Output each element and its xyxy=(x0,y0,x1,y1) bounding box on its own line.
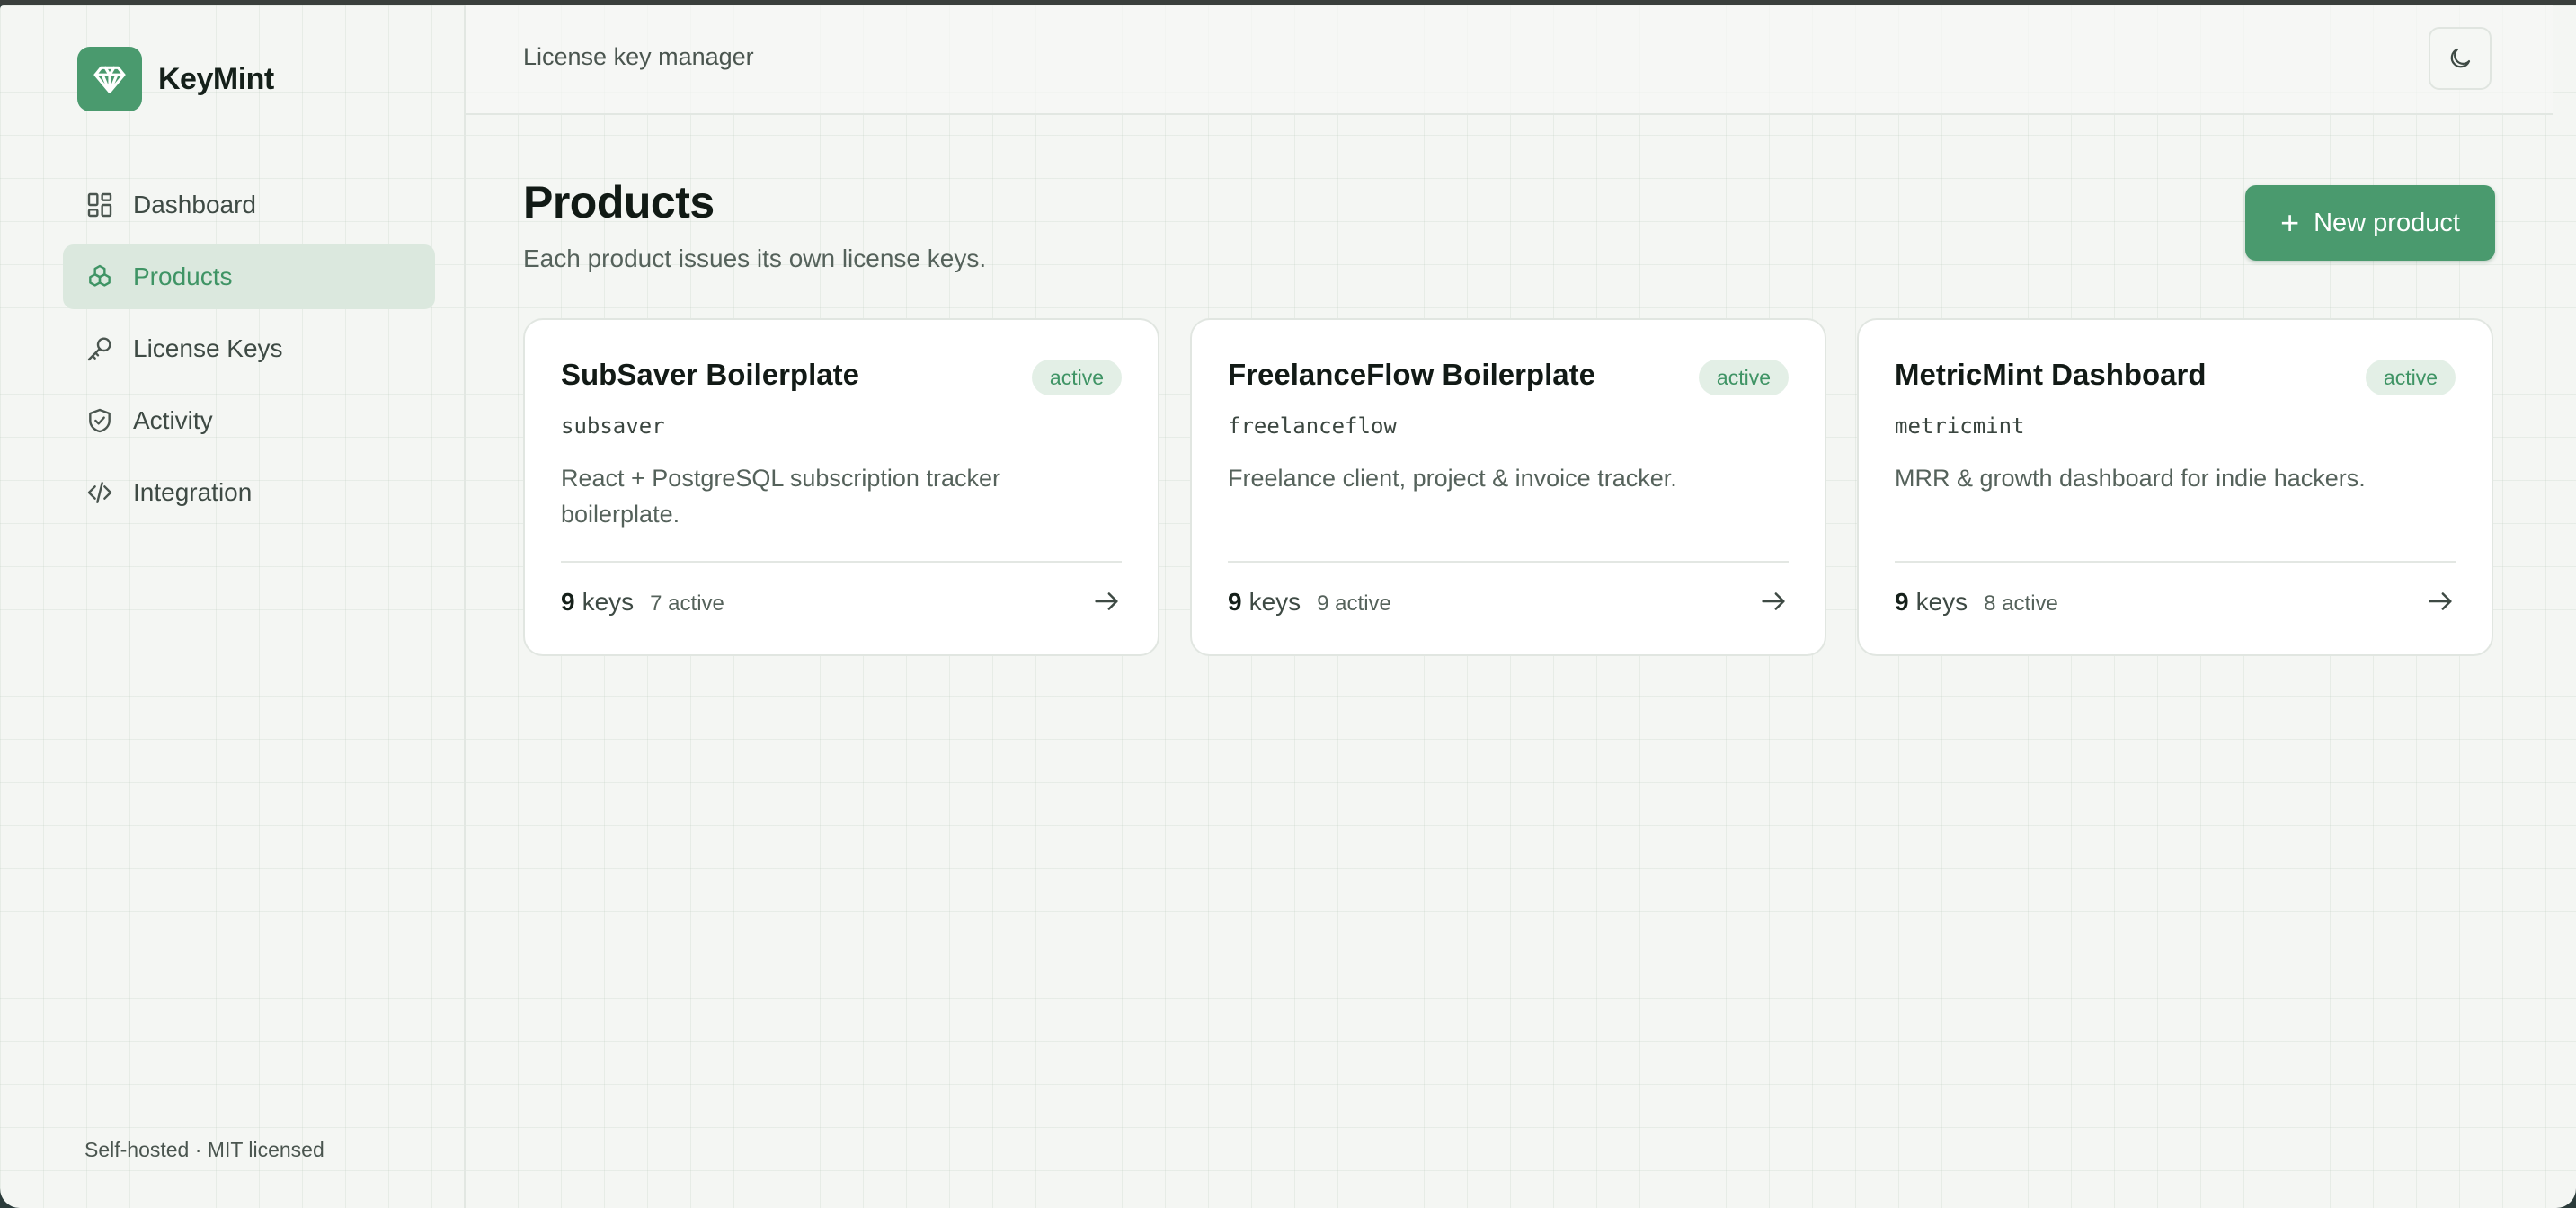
sidebar-item-label: License Keys xyxy=(133,334,283,362)
product-slug: freelanceflow xyxy=(1228,413,1397,439)
sidebar-item-dashboard[interactable]: Dashboard xyxy=(63,173,435,237)
keys-label: keys xyxy=(1915,588,1968,616)
product-description: MRR & growth dashboard for indie hackers… xyxy=(1895,465,2366,492)
moon-icon xyxy=(2450,48,2471,68)
product-name: MetricMint Dashboard xyxy=(1895,358,2207,391)
sidebar-item-label: Products xyxy=(133,262,233,290)
product-card-subsaver[interactable]: SubSaver Boilerplate active subsaver Rea… xyxy=(523,318,1159,656)
sidebar-nav: Dashboard Products License Keys Activity… xyxy=(63,173,435,532)
divider xyxy=(1895,561,2456,563)
keys-count: 9 xyxy=(561,588,575,616)
keys-label: keys xyxy=(1248,588,1301,616)
status-badge: active xyxy=(2365,360,2456,395)
status-badge: active xyxy=(1698,360,1789,395)
dashboard-icon xyxy=(84,190,115,220)
sidebar-item-label: Integration xyxy=(133,478,253,506)
product-name: SubSaver Boilerplate xyxy=(561,358,859,391)
divider xyxy=(561,561,1122,563)
arrow-right-icon[interactable] xyxy=(2425,586,2456,617)
product-name: FreelanceFlow Boilerplate xyxy=(1228,358,1595,391)
keys-count: 9 xyxy=(1228,588,1242,616)
page-title: Products xyxy=(523,177,715,227)
sidebar-item-activity[interactable]: Activity xyxy=(63,388,435,453)
code-icon xyxy=(84,477,115,508)
product-card-metricmint[interactable]: MetricMint Dashboard active metricmint M… xyxy=(1857,318,2493,656)
sidebar-item-label: Dashboard xyxy=(133,191,256,218)
products-icon xyxy=(84,262,115,292)
product-card-freelanceflow[interactable]: FreelanceFlow Boilerplate active freelan… xyxy=(1190,318,1826,656)
sidebar-item-label: Activity xyxy=(133,406,213,434)
brand[interactable]: KeyMint xyxy=(77,47,274,111)
new-product-button[interactable]: + New product xyxy=(2245,185,2495,261)
theme-toggle-button[interactable] xyxy=(2429,27,2492,90)
active-count: 8 active xyxy=(1984,591,2058,616)
keys-count: 9 xyxy=(1895,588,1909,616)
app-window: KeyMint Dashboard Products License Keys … xyxy=(0,5,2576,1208)
sidebar-item-products[interactable]: Products xyxy=(63,244,435,309)
key-stats: 9 keys 7 active xyxy=(561,588,724,617)
new-product-label: New product xyxy=(2314,208,2460,237)
keys-label: keys xyxy=(582,588,635,616)
product-description: React + PostgreSQL subscription tracker … xyxy=(561,465,1000,528)
page-subtitle: Each product issues its own license keys… xyxy=(523,244,987,272)
divider xyxy=(1228,561,1789,563)
sidebar: KeyMint Dashboard Products License Keys … xyxy=(0,5,466,1208)
sidebar-item-license-keys[interactable]: License Keys xyxy=(63,316,435,381)
sidebar-item-integration[interactable]: Integration xyxy=(63,460,435,525)
active-count: 7 active xyxy=(650,591,724,616)
product-slug: metricmint xyxy=(1895,413,2025,439)
arrow-right-icon[interactable] xyxy=(1758,586,1789,617)
gem-logo-icon xyxy=(77,47,142,111)
product-description: Freelance client, project & invoice trac… xyxy=(1228,465,1677,492)
brand-name: KeyMint xyxy=(158,61,274,96)
header-title: License key manager xyxy=(523,43,754,70)
product-slug: subsaver xyxy=(561,413,665,439)
key-stats: 9 keys 8 active xyxy=(1895,588,2058,617)
shield-icon xyxy=(84,405,115,436)
arrow-right-icon[interactable] xyxy=(1091,586,1122,617)
key-icon xyxy=(84,333,115,364)
top-header: License key manager xyxy=(466,5,2553,115)
plus-icon: + xyxy=(2280,204,2300,241)
key-stats: 9 keys 9 active xyxy=(1228,588,1391,617)
active-count: 9 active xyxy=(1317,591,1391,616)
status-badge: active xyxy=(1031,360,1122,395)
sidebar-footer: Self-hosted · MIT licensed xyxy=(84,1138,324,1161)
